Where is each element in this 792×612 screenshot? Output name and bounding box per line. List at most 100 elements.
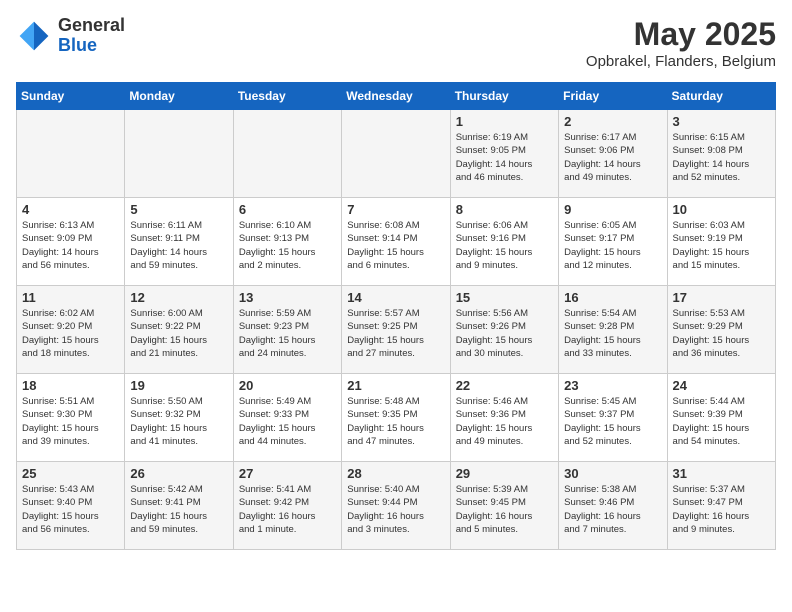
day-number: 30 [564,466,661,481]
day-info: Sunrise: 6:17 AM Sunset: 9:06 PM Dayligh… [564,131,661,184]
calendar-cell: 5 Sunrise: 6:11 AM Sunset: 9:11 PM Daylig… [125,198,233,286]
calendar-cell [233,110,341,198]
day-info: Sunrise: 5:43 AM Sunset: 9:40 PM Dayligh… [22,483,119,536]
logo-icon [16,18,52,54]
page-header: General Blue May 2025 Opbrakel, Flanders… [16,16,776,70]
day-number: 21 [347,378,444,393]
day-info: Sunrise: 6:15 AM Sunset: 9:08 PM Dayligh… [673,131,770,184]
day-info: Sunrise: 6:19 AM Sunset: 9:05 PM Dayligh… [456,131,553,184]
month-title: May 2025 [586,16,776,53]
calendar-cell: 20 Sunrise: 5:49 AM Sunset: 9:33 PM Dayli… [233,374,341,462]
day-number: 19 [130,378,227,393]
calendar-cell: 28 Sunrise: 5:40 AM Sunset: 9:44 PM Dayli… [342,462,450,550]
day-number: 5 [130,202,227,217]
day-number: 11 [22,290,119,305]
day-info: Sunrise: 5:46 AM Sunset: 9:36 PM Dayligh… [456,395,553,448]
day-info: Sunrise: 5:37 AM Sunset: 9:47 PM Dayligh… [673,483,770,536]
day-info: Sunrise: 5:40 AM Sunset: 9:44 PM Dayligh… [347,483,444,536]
calendar-cell: 9Sunrise: 6:05 AM Sunset: 9:17 PM Daylig… [559,198,667,286]
calendar-cell: 21 Sunrise: 5:48 AM Sunset: 9:35 PM Dayli… [342,374,450,462]
day-info: Sunrise: 6:02 AM Sunset: 9:20 PM Dayligh… [22,307,119,360]
day-number: 23 [564,378,661,393]
calendar-cell [342,110,450,198]
day-info: Sunrise: 5:59 AM Sunset: 9:23 PM Dayligh… [239,307,336,360]
day-number: 13 [239,290,336,305]
calendar-table: SundayMondayTuesdayWednesdayThursdayFrid… [16,82,776,550]
calendar-cell: 25 Sunrise: 5:43 AM Sunset: 9:40 PM Dayli… [17,462,125,550]
calendar-cell: 2Sunrise: 6:17 AM Sunset: 9:06 PM Daylig… [559,110,667,198]
day-info: Sunrise: 6:11 AM Sunset: 9:11 PM Dayligh… [130,219,227,272]
day-info: Sunrise: 5:38 AM Sunset: 9:46 PM Dayligh… [564,483,661,536]
day-number: 1 [456,114,553,129]
logo: General Blue [16,16,125,56]
logo-general: General [58,15,125,35]
calendar-cell: 3 Sunrise: 6:15 AM Sunset: 9:08 PM Daylig… [667,110,775,198]
weekday-header-saturday: Saturday [667,83,775,110]
day-number: 15 [456,290,553,305]
day-number: 4 [22,202,119,217]
day-number: 3 [673,114,770,129]
day-info: Sunrise: 6:13 AM Sunset: 9:09 PM Dayligh… [22,219,119,272]
day-info: Sunrise: 6:10 AM Sunset: 9:13 PM Dayligh… [239,219,336,272]
day-info: Sunrise: 5:56 AM Sunset: 9:26 PM Dayligh… [456,307,553,360]
day-info: Sunrise: 5:45 AM Sunset: 9:37 PM Dayligh… [564,395,661,448]
day-number: 6 [239,202,336,217]
calendar-cell [17,110,125,198]
calendar-cell: 24Sunrise: 5:44 AM Sunset: 9:39 PM Dayli… [667,374,775,462]
week-row-4: 18 Sunrise: 5:51 AM Sunset: 9:30 PM Dayli… [17,374,776,462]
day-info: Sunrise: 6:06 AM Sunset: 9:16 PM Dayligh… [456,219,553,272]
calendar-cell: 1 Sunrise: 6:19 AM Sunset: 9:05 PM Daylig… [450,110,558,198]
calendar-cell: 26 Sunrise: 5:42 AM Sunset: 9:41 PM Dayli… [125,462,233,550]
weekday-header-sunday: Sunday [17,83,125,110]
day-info: Sunrise: 6:03 AM Sunset: 9:19 PM Dayligh… [673,219,770,272]
day-info: Sunrise: 5:42 AM Sunset: 9:41 PM Dayligh… [130,483,227,536]
day-number: 28 [347,466,444,481]
day-info: Sunrise: 5:53 AM Sunset: 9:29 PM Dayligh… [673,307,770,360]
calendar-cell: 8 Sunrise: 6:06 AM Sunset: 9:16 PM Daylig… [450,198,558,286]
calendar-cell: 27Sunrise: 5:41 AM Sunset: 9:42 PM Dayli… [233,462,341,550]
calendar-cell: 13 Sunrise: 5:59 AM Sunset: 9:23 PM Dayli… [233,286,341,374]
day-info: Sunrise: 5:50 AM Sunset: 9:32 PM Dayligh… [130,395,227,448]
weekday-header-wednesday: Wednesday [342,83,450,110]
week-row-3: 11 Sunrise: 6:02 AM Sunset: 9:20 PM Dayli… [17,286,776,374]
day-info: Sunrise: 6:08 AM Sunset: 9:14 PM Dayligh… [347,219,444,272]
calendar-cell: 31 Sunrise: 5:37 AM Sunset: 9:47 PM Dayli… [667,462,775,550]
day-info: Sunrise: 6:05 AM Sunset: 9:17 PM Dayligh… [564,219,661,272]
day-info: Sunrise: 5:49 AM Sunset: 9:33 PM Dayligh… [239,395,336,448]
day-number: 20 [239,378,336,393]
day-info: Sunrise: 5:48 AM Sunset: 9:35 PM Dayligh… [347,395,444,448]
logo-text: General Blue [58,16,125,56]
day-number: 17 [673,290,770,305]
week-row-5: 25 Sunrise: 5:43 AM Sunset: 9:40 PM Dayli… [17,462,776,550]
weekday-header-friday: Friday [559,83,667,110]
day-number: 31 [673,466,770,481]
day-number: 7 [347,202,444,217]
title-block: May 2025 Opbrakel, Flanders, Belgium [586,16,776,70]
calendar-cell: 16Sunrise: 5:54 AM Sunset: 9:28 PM Dayli… [559,286,667,374]
day-number: 26 [130,466,227,481]
day-number: 27 [239,466,336,481]
calendar-cell: 19 Sunrise: 5:50 AM Sunset: 9:32 PM Dayli… [125,374,233,462]
logo-blue: Blue [58,35,97,55]
day-info: Sunrise: 5:51 AM Sunset: 9:30 PM Dayligh… [22,395,119,448]
calendar-cell: 10 Sunrise: 6:03 AM Sunset: 9:19 PM Dayli… [667,198,775,286]
calendar-cell: 11 Sunrise: 6:02 AM Sunset: 9:20 PM Dayli… [17,286,125,374]
calendar-cell: 12Sunrise: 6:00 AM Sunset: 9:22 PM Dayli… [125,286,233,374]
location: Opbrakel, Flanders, Belgium [586,53,776,70]
day-number: 18 [22,378,119,393]
week-row-2: 4 Sunrise: 6:13 AM Sunset: 9:09 PM Daylig… [17,198,776,286]
calendar-cell: 22Sunrise: 5:46 AM Sunset: 9:36 PM Dayli… [450,374,558,462]
day-number: 10 [673,202,770,217]
day-number: 25 [22,466,119,481]
day-number: 14 [347,290,444,305]
weekday-header-row: SundayMondayTuesdayWednesdayThursdayFrid… [17,83,776,110]
calendar-cell: 4 Sunrise: 6:13 AM Sunset: 9:09 PM Daylig… [17,198,125,286]
weekday-header-thursday: Thursday [450,83,558,110]
day-number: 29 [456,466,553,481]
day-number: 8 [456,202,553,217]
weekday-header-monday: Monday [125,83,233,110]
day-info: Sunrise: 5:54 AM Sunset: 9:28 PM Dayligh… [564,307,661,360]
calendar-cell: 6 Sunrise: 6:10 AM Sunset: 9:13 PM Daylig… [233,198,341,286]
calendar-cell [125,110,233,198]
calendar-cell: 7 Sunrise: 6:08 AM Sunset: 9:14 PM Daylig… [342,198,450,286]
